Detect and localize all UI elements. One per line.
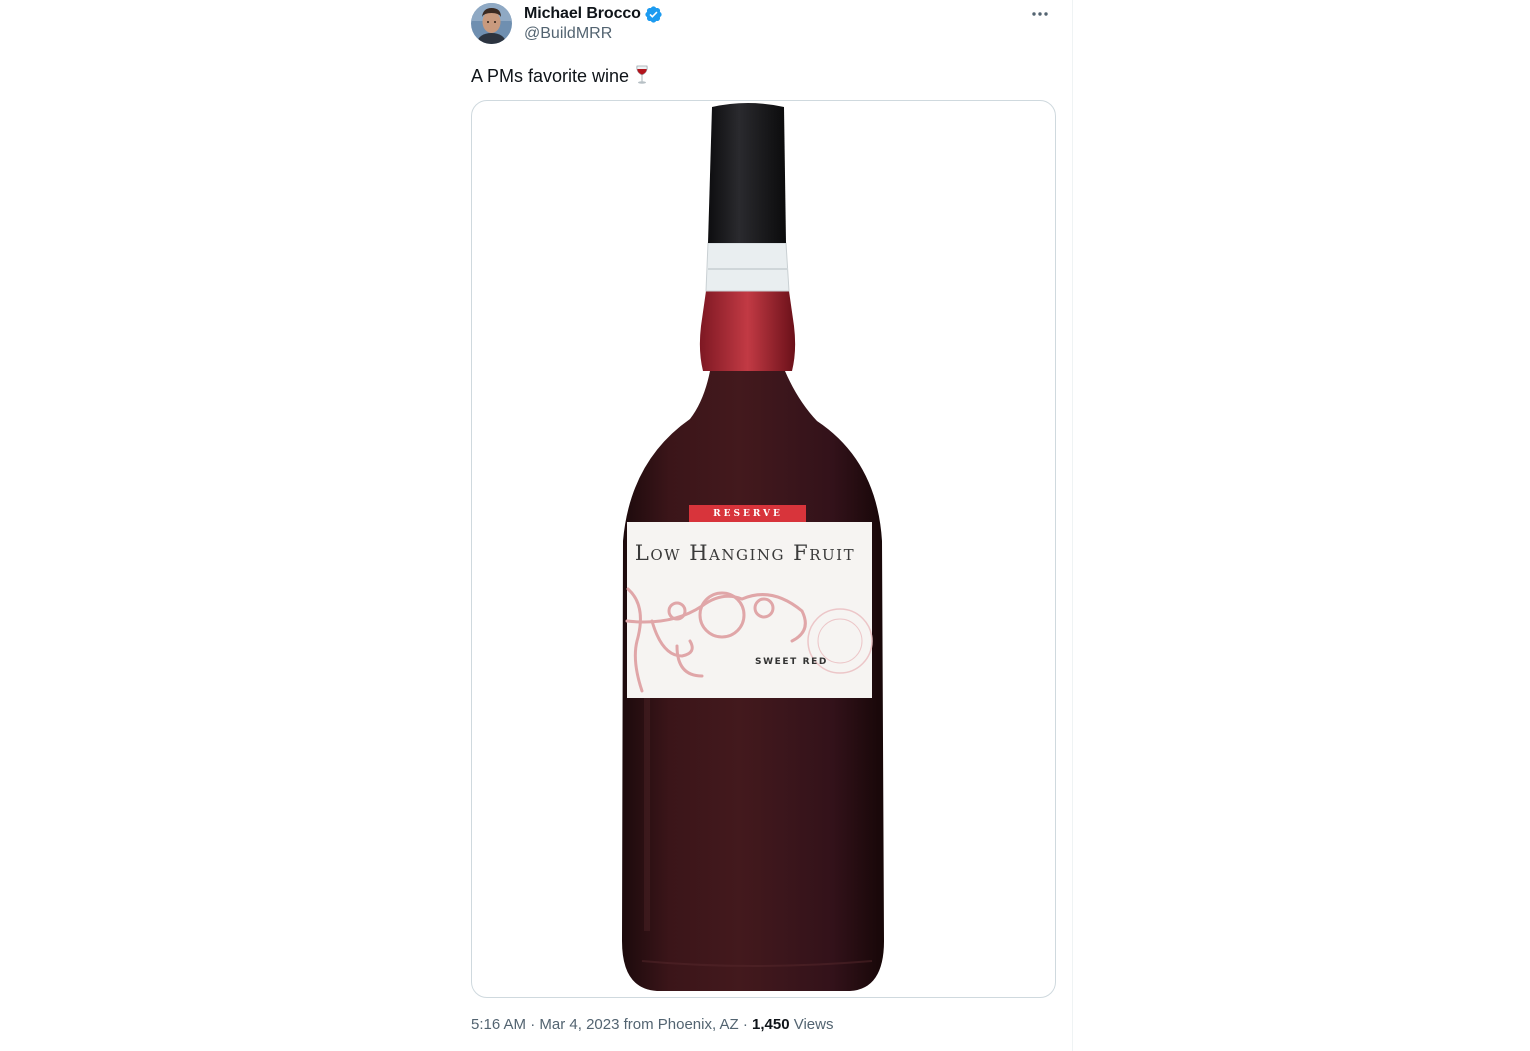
tweet: Michael Brocco @BuildMRR A PMs favorite … (471, 0, 1057, 1051)
avatar-photo-icon (471, 3, 512, 44)
author-display-name[interactable]: Michael Brocco (524, 5, 641, 23)
tweet-media-image[interactable]: RESERVE Low Hanging Fruit SWEET RED (471, 100, 1056, 998)
timeline-column-border (1072, 0, 1073, 1051)
author-handle[interactable]: @BuildMRR (524, 25, 612, 43)
author-avatar[interactable] (471, 3, 512, 44)
label-brand-text: Low Hanging Fruit (634, 541, 856, 565)
tweet-text-content: A PMs favorite wine (471, 66, 630, 86)
tweet-metadata: 5:16 AM · Mar 4, 2023 from Phoenix, AZ ·… (471, 1016, 833, 1033)
verified-badge-icon[interactable] (644, 5, 663, 24)
author-name-row: Michael Brocco (524, 4, 663, 24)
tweet-location: from Phoenix, AZ (623, 1016, 739, 1033)
tweet-date[interactable]: Mar 4, 2023 (539, 1016, 619, 1033)
more-horizontal-icon (1032, 12, 1048, 16)
views-count[interactable]: 1,450 (752, 1016, 790, 1033)
meta-separator-2: · (742, 1016, 748, 1033)
meta-separator: · (530, 1016, 536, 1033)
label-variety-text: SWEET RED (755, 657, 828, 667)
tweet-text: A PMs favorite wine (471, 65, 651, 87)
more-options-button[interactable] (1023, 0, 1057, 28)
wine-glass-icon (633, 65, 651, 85)
label-reserve-text: RESERVE (713, 509, 783, 519)
tweet-time[interactable]: 5:16 AM (471, 1016, 526, 1033)
views-label: Views (793, 1016, 834, 1033)
